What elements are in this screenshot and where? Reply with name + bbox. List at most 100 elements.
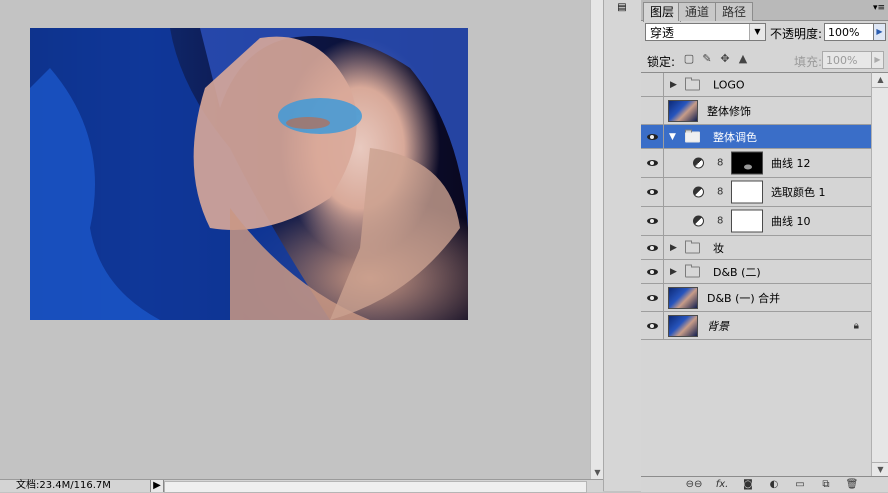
- tool-preset-icon[interactable]: ▤: [613, 2, 631, 16]
- lock-transparent-icon[interactable]: ▢: [683, 53, 695, 65]
- eye-icon: [646, 189, 658, 195]
- layers-list: ▶ LOGO 整体修饰 ▼ 整体调色 8 曲线 12 8 选取颜色 1 8 曲线…: [641, 72, 871, 477]
- visibility-toggle-visible[interactable]: [641, 312, 664, 339]
- folder-icon: [685, 129, 700, 142]
- layer-row-db-one-merged[interactable]: D&B (一) 合并: [641, 284, 871, 312]
- mask-link-chain-icon[interactable]: 8: [717, 216, 723, 227]
- document-canvas-area[interactable]: [0, 0, 590, 491]
- lock-label: 锁定:: [647, 55, 676, 69]
- panel-tabs: 图层 通道 路径 ▾≡: [641, 0, 888, 22]
- chevron-down-icon[interactable]: ▼: [749, 24, 765, 40]
- photo-illustration: [30, 28, 468, 320]
- layer-row-background[interactable]: 背景 🔒︎: [641, 312, 871, 340]
- canvas-horizontal-scrollbar[interactable]: [164, 481, 587, 493]
- status-bar: 文档:23.4M/116.7M ▶: [0, 479, 603, 493]
- visibility-toggle-visible[interactable]: [641, 284, 664, 311]
- blend-mode-value: 穿透: [650, 26, 675, 40]
- visibility-toggle-visible[interactable]: [641, 260, 664, 283]
- layer-name: 选取颜色 1: [771, 186, 826, 199]
- visibility-toggle-hidden[interactable]: [641, 73, 664, 96]
- layer-thumbnail: [668, 286, 698, 309]
- eye-icon: [646, 268, 658, 275]
- mask-link-chain-icon[interactable]: 8: [717, 187, 723, 198]
- layer-mask-thumbnail[interactable]: [731, 209, 763, 233]
- eye-icon: [646, 244, 658, 251]
- link-layers-icon[interactable]: ⊖⊖: [685, 478, 703, 491]
- layers-panel: 图层 通道 路径 ▾≡ 穿透 ▼ 不透明度: 100% ▶ 锁定: ▢ ✎ ✥ …: [641, 0, 888, 492]
- fill-label: 填充:: [794, 55, 823, 69]
- layer-name: 整体修饰: [707, 104, 751, 118]
- new-group-icon[interactable]: ▭: [793, 478, 807, 491]
- layers-panel-footer: ⊖⊖ fx. ◙ ◐ ▭ ⧉ 🗑︎: [641, 476, 888, 492]
- layer-name: 整体调色: [713, 130, 757, 144]
- visibility-toggle-visible[interactable]: [641, 236, 664, 259]
- lock-options-row: 锁定: ▢ ✎ ✥ ▲ 填充: 100% ▶: [643, 50, 886, 70]
- add-mask-icon[interactable]: ◙: [741, 478, 755, 491]
- layer-row-makeup[interactable]: ▶ 妆: [641, 236, 871, 260]
- document-image[interactable]: [30, 28, 468, 320]
- adjustment-layer-icon: [693, 157, 704, 169]
- layer-thumbnail: [668, 99, 698, 122]
- layer-mask-thumbnail[interactable]: [731, 180, 763, 204]
- collapsed-panel-dock: ▤: [603, 0, 643, 491]
- canvas-vertical-scrollbar[interactable]: ▼: [590, 0, 604, 479]
- layer-name: LOGO: [713, 78, 745, 91]
- expand-arrow-icon[interactable]: ▶: [670, 243, 677, 253]
- layer-name: D&B (二): [713, 265, 761, 279]
- eye-icon: [646, 294, 658, 301]
- blend-options-row: 穿透 ▼ 不透明度: 100% ▶: [643, 22, 886, 44]
- lock-icon: 🔒︎: [853, 320, 859, 331]
- folder-icon: [685, 264, 700, 277]
- layer-row-overall-toning[interactable]: ▼ 整体调色: [641, 125, 871, 149]
- mask-link-chain-icon[interactable]: 8: [717, 158, 723, 169]
- layers-scrollbar[interactable]: ▲ ▼: [871, 72, 888, 477]
- visibility-toggle-hidden[interactable]: [641, 97, 664, 124]
- layer-row-selective-color-1[interactable]: 8 选取颜色 1: [641, 178, 871, 207]
- panel-menu-icon[interactable]: ▾≡: [873, 3, 885, 13]
- new-adjustment-layer-icon[interactable]: ◐: [767, 478, 781, 491]
- layer-name: 背景: [707, 319, 729, 333]
- blend-mode-select[interactable]: 穿透 ▼: [645, 23, 766, 41]
- fill-slider-arrow-icon[interactable]: ▶: [871, 51, 884, 69]
- adjustment-layer-icon: [693, 186, 704, 198]
- adjustment-layer-icon: [693, 215, 704, 227]
- eye-icon: [646, 322, 658, 329]
- new-layer-icon[interactable]: ⧉: [819, 478, 833, 491]
- visibility-toggle-visible[interactable]: [641, 125, 664, 148]
- expand-arrow-icon[interactable]: ▶: [670, 267, 677, 277]
- lock-image-brush-icon[interactable]: ✎: [701, 53, 713, 65]
- opacity-label: 不透明度:: [770, 27, 823, 41]
- layer-name: 妆: [713, 241, 724, 255]
- layer-name: 曲线 10: [771, 215, 811, 228]
- scroll-down-arrow-icon[interactable]: ▼: [872, 462, 888, 477]
- visibility-toggle-visible[interactable]: [641, 207, 664, 235]
- layer-row-curves-10[interactable]: 8 曲线 10: [641, 207, 871, 236]
- layer-row-curves-12[interactable]: 8 曲线 12: [641, 149, 871, 178]
- tab-paths[interactable]: 路径: [715, 2, 754, 21]
- tab-channels[interactable]: 通道: [678, 2, 717, 21]
- layer-row-db-two[interactable]: ▶ D&B (二): [641, 260, 871, 284]
- layer-row-overall-retouch[interactable]: 整体修饰: [641, 97, 871, 125]
- opacity-input[interactable]: 100%: [824, 23, 874, 41]
- folder-icon: [685, 240, 700, 253]
- layer-thumbnail: [668, 314, 698, 337]
- expand-arrow-icon[interactable]: ▶: [670, 80, 677, 90]
- opacity-slider-arrow-icon[interactable]: ▶: [873, 23, 886, 41]
- collapse-arrow-icon[interactable]: ▼: [669, 132, 676, 142]
- layer-name: 曲线 12: [771, 157, 811, 170]
- lock-all-icon[interactable]: ▲: [737, 53, 749, 65]
- fill-input[interactable]: 100%: [822, 51, 872, 69]
- visibility-toggle-visible[interactable]: [641, 149, 664, 177]
- layer-row-logo[interactable]: ▶ LOGO: [641, 73, 871, 97]
- trash-icon[interactable]: 🗑︎: [845, 478, 859, 491]
- eye-icon: [646, 133, 658, 140]
- scroll-up-arrow-icon[interactable]: ▲: [872, 73, 888, 88]
- doc-size-info: 文档:23.4M/116.7M: [16, 480, 111, 491]
- status-menu-arrow-icon[interactable]: ▶: [150, 480, 164, 492]
- tab-layers[interactable]: 图层: [643, 2, 682, 22]
- lock-position-move-icon[interactable]: ✥: [719, 53, 731, 65]
- visibility-toggle-visible[interactable]: [641, 178, 664, 206]
- eye-icon: [646, 218, 658, 224]
- fx-layer-style-icon[interactable]: fx.: [713, 478, 731, 491]
- layer-mask-thumbnail[interactable]: [731, 151, 763, 175]
